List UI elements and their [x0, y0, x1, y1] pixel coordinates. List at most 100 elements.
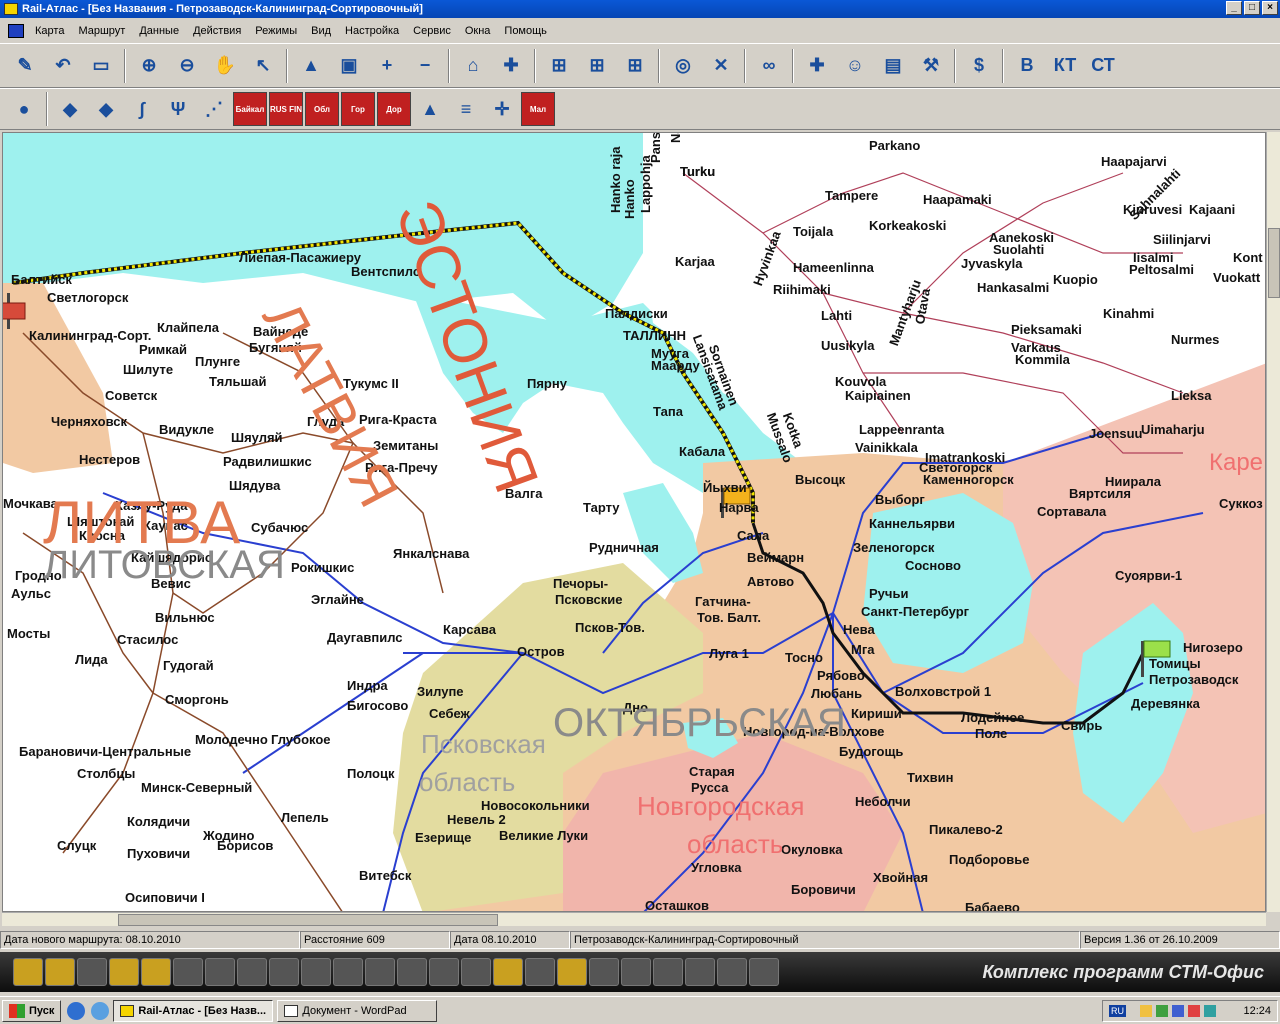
map-place-label[interactable]: Любань — [811, 687, 862, 701]
computer-icon[interactable]: ▤ — [875, 48, 911, 84]
rail-map[interactable]: Parkano Turku Haapajarvi Tampere Haapamaki Ki… — [2, 132, 1266, 912]
map-place-label[interactable]: Псковские — [555, 593, 622, 607]
map-place-label[interactable]: Будогощь — [839, 745, 903, 759]
stm-office-app-button[interactable] — [717, 958, 747, 986]
map-place-label[interactable]: Тов. Балт. — [697, 611, 761, 625]
menu-dannye[interactable]: Данные — [132, 25, 186, 37]
map-place-label[interactable]: Окуловка — [781, 843, 842, 857]
map-place-label[interactable]: Суоярви-1 — [1115, 569, 1182, 583]
map-place-label[interactable]: Тяльшай — [209, 375, 267, 389]
map-place-label[interactable]: Kont — [1233, 251, 1263, 265]
task-wordpad[interactable]: Документ - WordPad — [277, 999, 438, 1022]
horizontal-scrollbar[interactable] — [2, 912, 1266, 926]
map-place-label[interactable]: Барановичи-Центральные — [19, 745, 191, 759]
map-place-label[interactable]: Vuokatt — [1213, 271, 1260, 285]
map-place-label[interactable]: Плунге — [195, 355, 240, 369]
eraser-icon[interactable]: ▭ — [83, 48, 119, 84]
menu-nastroyka[interactable]: Настройка — [338, 25, 406, 37]
map-place-label[interactable]: Тихвин — [907, 771, 954, 785]
cities-icon[interactable]: Гор — [341, 92, 375, 126]
map-place-label[interactable]: Kuopio — [1053, 273, 1098, 287]
junction-icon[interactable]: ✛ — [485, 92, 519, 126]
map-place-label[interactable]: ТАЛЛИНН — [623, 329, 686, 343]
map-place-label[interactable]: Пярну — [527, 377, 567, 391]
map-place-label[interactable]: Видукле — [159, 423, 214, 437]
map-place-label[interactable]: Минск-Северный — [141, 781, 252, 795]
add-person-icon[interactable]: ✚ — [493, 48, 529, 84]
map-place-label[interactable]: Pansio — [648, 133, 663, 163]
map-place-label[interactable]: Радвилишкис — [223, 455, 312, 469]
map-place-label[interactable]: Гудогай — [163, 659, 214, 673]
map-place-label[interactable]: Korkeakoski — [869, 219, 946, 233]
map-place-label[interactable]: Turku — [680, 165, 715, 179]
map-place-label[interactable]: Стасилос — [117, 633, 178, 647]
map-place-label[interactable]: Печоры- — [553, 577, 608, 591]
map-place-label[interactable]: Высоцк — [795, 473, 845, 487]
map-place-label[interactable]: Сосново — [905, 559, 961, 573]
map-place-label[interactable]: Jyvaskyla — [961, 257, 1022, 271]
menu-marshrut[interactable]: Маршрут — [71, 25, 132, 37]
map-place-label[interactable]: Karjaa — [675, 255, 715, 269]
plus-icon[interactable]: + — [369, 48, 405, 84]
map-place-label[interactable]: Uimaharju — [1141, 423, 1205, 437]
globe-icon[interactable]: ● — [7, 92, 41, 126]
map-place-label[interactable]: Гатчина- — [695, 595, 751, 609]
stm-office-app-button[interactable] — [589, 958, 619, 986]
stm-office-app-button[interactable] — [173, 958, 203, 986]
map-place-label[interactable]: Kinahmi — [1103, 307, 1154, 321]
stm-office-app-button[interactable] — [109, 958, 139, 986]
map-place-label[interactable]: Санкт-Петербург — [861, 605, 969, 619]
map-place-label[interactable]: Невель 2 — [447, 813, 506, 827]
map-place-label[interactable]: Балтийск — [11, 273, 72, 287]
person-move-icon[interactable]: ✚ — [799, 48, 835, 84]
map-place-label[interactable]: Калининград-Сорт. — [29, 329, 151, 343]
stm-office-app-button[interactable] — [13, 958, 43, 986]
stm-office-app-button[interactable] — [621, 958, 651, 986]
map-place-label[interactable]: Мосты — [7, 627, 50, 641]
tariff-icon[interactable]: $ — [961, 48, 997, 84]
map-place-label[interactable]: Советск — [105, 389, 157, 403]
map-place-label[interactable]: Зилупе — [417, 685, 464, 699]
map-place-label[interactable]: Шяуляй — [231, 431, 283, 445]
start-button[interactable]: Пуск — [2, 999, 62, 1022]
map-place-label[interactable]: Kajaani — [1189, 203, 1235, 217]
map-place-label[interactable]: Лида — [75, 653, 108, 667]
map-place-label[interactable]: Бабаево — [965, 901, 1020, 912]
map-place-label[interactable]: Боровичи — [791, 883, 856, 897]
river-network-icon[interactable]: Ψ — [161, 92, 195, 126]
zoom-in-icon[interactable]: ⊕ — [131, 48, 167, 84]
hand-pan-icon[interactable]: ✋ — [207, 48, 243, 84]
stm-office-app-button[interactable] — [525, 958, 555, 986]
map-place-label[interactable]: Новосокольники — [481, 799, 590, 813]
menu-vid[interactable]: Вид — [304, 25, 338, 37]
map-place-label[interactable]: Волховстрой 1 — [895, 685, 991, 699]
stm-office-app-button[interactable] — [205, 958, 235, 986]
edit-pencil-icon[interactable]: ✎ — [7, 48, 43, 84]
map-place-label[interactable]: Нестеров — [79, 453, 140, 467]
stm-office-app-button[interactable] — [461, 958, 491, 986]
map-place-label[interactable]: Parkano — [869, 139, 920, 153]
map-place-label[interactable]: Тапа — [653, 405, 683, 419]
map-place-label[interactable]: Остров — [517, 645, 565, 659]
map-place-label[interactable]: Черняховск — [51, 415, 127, 429]
menu-karta[interactable]: Карта — [28, 25, 71, 37]
border-line-icon[interactable]: ⋰ — [197, 92, 231, 126]
rivers-icon[interactable]: ∫ — [125, 92, 159, 126]
close-button[interactable]: × — [1262, 1, 1278, 15]
map-place-label[interactable]: Эглайне — [311, 593, 364, 607]
map-place-label[interactable]: Бигосово — [347, 699, 408, 713]
menu-okna[interactable]: Окна — [458, 25, 498, 37]
map-place-label[interactable]: Старая — [689, 765, 735, 779]
stm-office-app-button[interactable] — [333, 958, 363, 986]
target-icon[interactable]: ◎ — [665, 48, 701, 84]
maximize-button[interactable]: □ — [1244, 1, 1260, 15]
map-place-label[interactable]: Полоцк — [347, 767, 395, 781]
ie-quicklaunch-icon[interactable] — [67, 1001, 86, 1020]
map-place-label[interactable]: Toijala — [793, 225, 833, 239]
map-place-label[interactable]: Столбцы — [77, 767, 135, 781]
map-place-label[interactable]: Палдиски — [605, 307, 668, 321]
map-place-label[interactable]: Неболчи — [855, 795, 911, 809]
map-place-label[interactable]: Naantali — [668, 133, 683, 143]
map-place-label[interactable]: Kouvola — [835, 375, 886, 389]
delete-cross-icon[interactable]: ✕ — [703, 48, 739, 84]
